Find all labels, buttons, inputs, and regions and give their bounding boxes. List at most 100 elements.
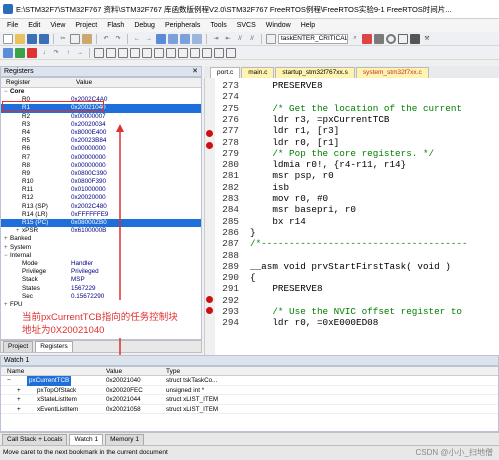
register-value[interactable]: 0x20020000 bbox=[71, 194, 106, 202]
col-type[interactable]: Type bbox=[166, 367, 180, 376]
debug-start-icon[interactable] bbox=[362, 33, 372, 44]
code-line[interactable]: 285 bx r14 bbox=[205, 216, 499, 227]
tab-system-c[interactable]: system_stm32f7xx.c bbox=[355, 67, 429, 78]
window-icon[interactable] bbox=[398, 33, 408, 44]
copy-icon[interactable] bbox=[70, 33, 80, 44]
code-line[interactable]: 279 /* Pop the core registers. */ bbox=[205, 148, 499, 159]
save-icon[interactable] bbox=[27, 33, 37, 44]
menu-svcs[interactable]: SVCS bbox=[232, 22, 261, 29]
register-row[interactable]: + Banked bbox=[1, 235, 201, 243]
code-line[interactable]: 277 ldr r1, [r3] bbox=[205, 125, 499, 136]
watch-row[interactable]: + pxTopOfStack 0x20020FEC unsigned int * bbox=[1, 386, 498, 396]
step-over-icon[interactable]: ↷ bbox=[51, 48, 61, 58]
tab-registers[interactable]: Registers bbox=[35, 341, 73, 352]
settings-icon[interactable] bbox=[410, 33, 420, 44]
code-line[interactable]: 286} bbox=[205, 227, 499, 238]
code-line[interactable]: 294 ldr r0, =0xE000ED08 bbox=[205, 317, 499, 328]
register-value[interactable]: Privileged bbox=[71, 268, 99, 276]
register-row[interactable]: + System bbox=[1, 244, 201, 252]
code-line[interactable]: 289 __asm void prvStartFirstTask( void ) bbox=[205, 261, 499, 272]
watch-row[interactable]: + xEventListItem 0x20021058 struct xLIST_IT… bbox=[1, 405, 498, 415]
code-line[interactable]: 290 { bbox=[205, 272, 499, 283]
register-row[interactable]: R8 0x00000000 bbox=[1, 162, 201, 170]
register-value[interactable]: MSP bbox=[71, 276, 85, 284]
register-row[interactable]: R9 0x0800C390 bbox=[1, 170, 201, 178]
register-row[interactable]: R10 0x0800F390 bbox=[1, 178, 201, 186]
register-row[interactable]: R7 0x00000000 bbox=[1, 154, 201, 162]
register-value[interactable]: 0x0800C390 bbox=[71, 170, 107, 178]
register-value[interactable]: Handler bbox=[71, 260, 93, 268]
register-value[interactable]: 0xFFFFFFE9 bbox=[71, 211, 108, 219]
register-row[interactable]: R6 0x00000000 bbox=[1, 145, 201, 153]
register-value[interactable]: 1567229 bbox=[71, 285, 96, 293]
col-watch-value[interactable]: Value bbox=[106, 367, 122, 376]
register-row[interactable]: + FPU bbox=[1, 301, 201, 309]
register-value[interactable]: 0x01000000 bbox=[71, 186, 106, 194]
nav-back-icon[interactable]: ← bbox=[132, 34, 142, 44]
find-icon[interactable]: ⌕ bbox=[350, 34, 360, 44]
code-line[interactable]: 292 bbox=[205, 295, 499, 306]
register-row[interactable]: States 1567229 bbox=[1, 285, 201, 293]
code-line[interactable]: 274 bbox=[205, 91, 499, 102]
tab-watch-1[interactable]: Watch 1 bbox=[69, 434, 104, 445]
symbols-icon[interactable] bbox=[118, 47, 128, 58]
register-value[interactable]: 0x0800F390 bbox=[71, 178, 106, 186]
register-value[interactable]: 0x2002C480 bbox=[71, 203, 107, 211]
tab-port-c[interactable]: port.c bbox=[210, 67, 241, 78]
register-row[interactable]: R14 (LR) 0xFFFFFFE9 bbox=[1, 211, 201, 219]
save-all-icon[interactable] bbox=[39, 33, 49, 44]
menu-project[interactable]: Project bbox=[70, 22, 102, 29]
register-value[interactable]: 0x6100000B bbox=[71, 227, 106, 235]
register-row[interactable]: Mode Handler bbox=[1, 260, 201, 268]
comment-icon[interactable]: // bbox=[235, 34, 245, 44]
nav-forward-icon[interactable]: → bbox=[144, 34, 154, 44]
register-value[interactable]: 0x08000ZB0 bbox=[71, 219, 107, 227]
register-row[interactable]: − Core bbox=[1, 88, 201, 96]
tab-startup-s[interactable]: startup_stm32f767xx.s bbox=[275, 67, 355, 78]
menu-tools[interactable]: Tools bbox=[205, 22, 231, 29]
code-line[interactable]: 281 msr psp, r0 bbox=[205, 170, 499, 181]
config-icon[interactable] bbox=[374, 33, 384, 44]
code-line[interactable]: 273 PRESERVE8 bbox=[205, 80, 499, 91]
register-row[interactable]: R2 0x00000007 bbox=[1, 113, 201, 121]
unindent-icon[interactable]: ⇤ bbox=[223, 34, 233, 44]
bookmark-next-icon[interactable] bbox=[180, 33, 190, 44]
new-file-icon[interactable] bbox=[3, 33, 13, 44]
bookmark-icon[interactable] bbox=[156, 33, 166, 44]
circle-icon[interactable] bbox=[386, 33, 396, 44]
register-value[interactable]: 0.15672290 bbox=[71, 293, 104, 301]
expand-icon[interactable]: + bbox=[17, 405, 21, 415]
tab-main-c[interactable]: main.c bbox=[241, 67, 275, 78]
code-line[interactable]: 276 ldr r3, =pxCurrentTCB bbox=[205, 114, 499, 125]
bookmark-prev-icon[interactable] bbox=[168, 33, 178, 44]
stop-icon[interactable] bbox=[27, 47, 37, 58]
code-editor[interactable]: 273 PRESERVE8 274 275 /* Get the location … bbox=[204, 78, 499, 355]
expand-icon[interactable]: + bbox=[17, 386, 21, 396]
function-combo[interactable]: taskENTER_CRITICAL() bbox=[278, 33, 348, 44]
indent-icon[interactable]: ⇥ bbox=[211, 34, 221, 44]
uncomment-icon[interactable]: // bbox=[247, 34, 257, 44]
register-row[interactable]: R13 (SP) 0x2002C480 bbox=[1, 203, 201, 211]
code-line[interactable]: 278 ldr r0, [r1] bbox=[205, 137, 499, 148]
run-to-cursor-icon[interactable]: → bbox=[75, 48, 85, 58]
trace-window-icon[interactable] bbox=[202, 47, 212, 58]
col-name[interactable]: Name bbox=[7, 367, 24, 376]
register-row[interactable]: R5 0x20023B84 bbox=[1, 137, 201, 145]
register-row[interactable]: Sec 0.15672290 bbox=[1, 293, 201, 301]
register-value[interactable]: 0x20023B84 bbox=[71, 137, 106, 145]
menu-peripherals[interactable]: Peripherals bbox=[160, 22, 205, 29]
collapse-icon[interactable]: − bbox=[7, 376, 11, 386]
watch-row[interactable]: + xStateListItem 0x20021044 struct xLIST_IT… bbox=[1, 395, 498, 405]
menu-view[interactable]: View bbox=[45, 22, 70, 29]
menu-flash[interactable]: Flash bbox=[102, 22, 129, 29]
disassembly-icon[interactable] bbox=[106, 47, 116, 58]
file-icon[interactable] bbox=[266, 33, 276, 44]
step-out-icon[interactable]: ↑ bbox=[63, 48, 73, 58]
register-row[interactable]: R12 0x20020000 bbox=[1, 194, 201, 202]
col-value[interactable]: Value bbox=[71, 78, 92, 87]
code-line[interactable]: 287 /*-----------------------------------… bbox=[205, 238, 499, 249]
code-line[interactable]: 275 /* Get the location of the current bbox=[205, 103, 499, 114]
toolbox-icon[interactable] bbox=[226, 47, 236, 58]
paste-icon[interactable] bbox=[82, 33, 92, 44]
watch-value[interactable]: 0x20021058 bbox=[106, 405, 141, 415]
